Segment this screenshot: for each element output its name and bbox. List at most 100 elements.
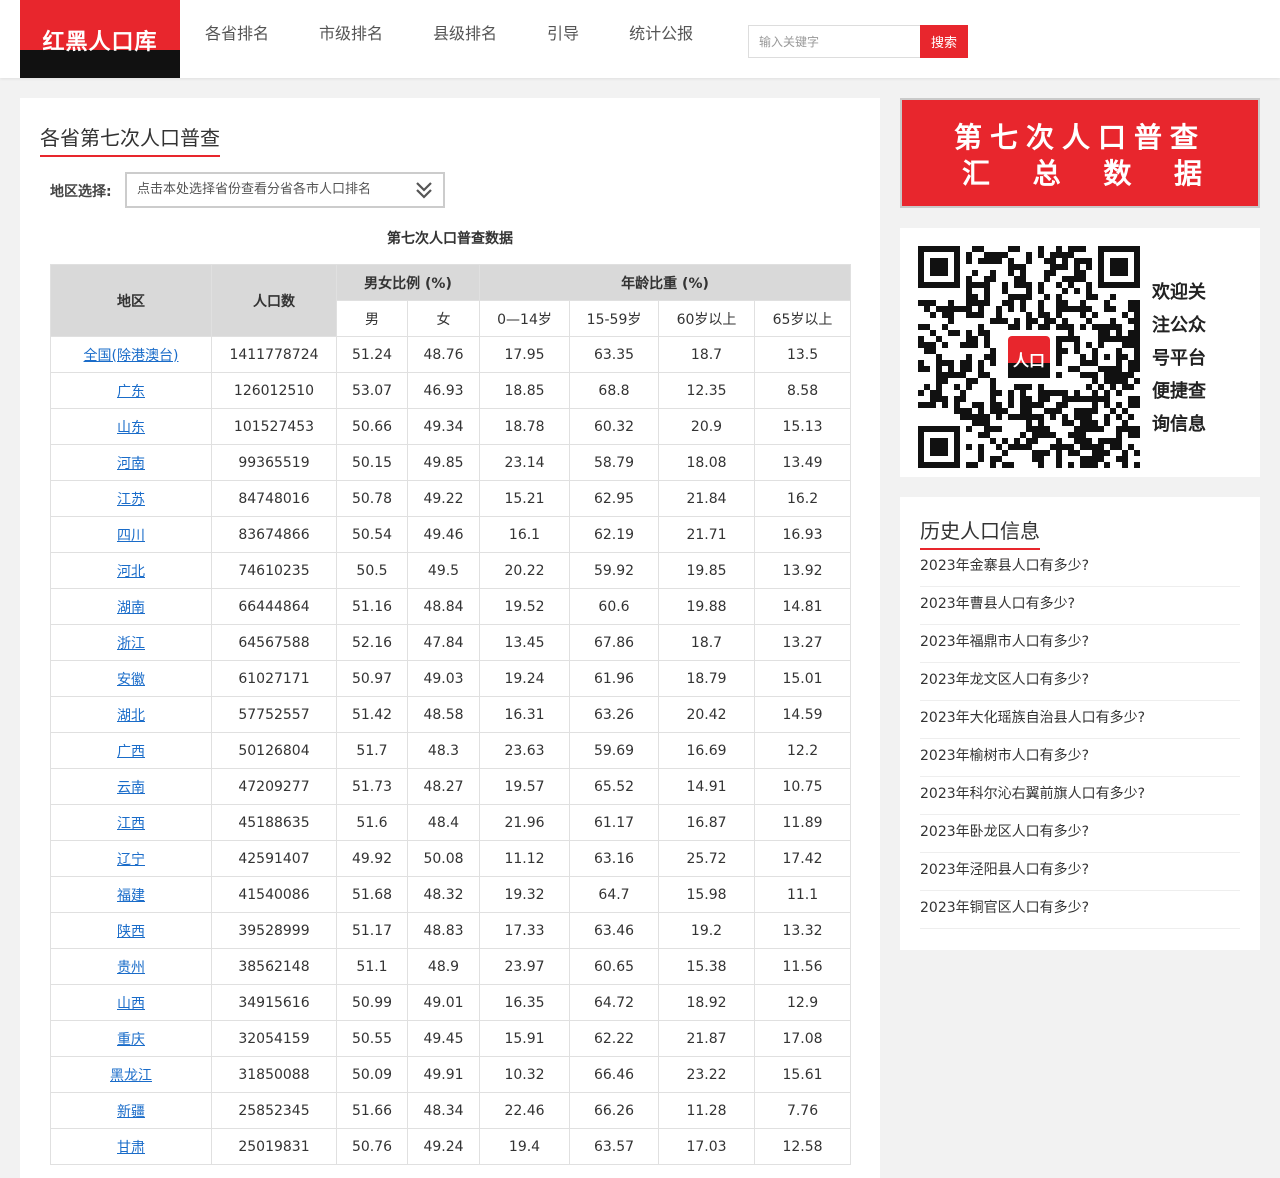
region-link[interactable]: 河北	[117, 564, 145, 580]
region-link[interactable]: 安徽	[117, 672, 145, 688]
region-link[interactable]: 新疆	[117, 1104, 145, 1120]
table-cell: 59.69	[569, 732, 660, 769]
header-age-15-59: 15-59岁	[569, 300, 660, 337]
table-cell: 19.57	[479, 768, 571, 805]
region-link[interactable]: 广东	[117, 384, 145, 400]
table-cell: 18.7	[658, 336, 756, 373]
table-cell: 8.58	[754, 372, 852, 409]
search-input[interactable]	[748, 25, 920, 58]
table-cell: 7.76	[754, 1092, 852, 1129]
region-link[interactable]: 辽宁	[117, 852, 145, 868]
region-link[interactable]: 广西	[117, 744, 145, 760]
region-cell: 山东	[50, 408, 212, 445]
history-item[interactable]: 2023年曹县人口有多少?	[920, 587, 1240, 625]
table-cell: 61027171	[211, 660, 337, 697]
nav-statistics-bulletin[interactable]: 统计公报	[629, 0, 693, 68]
table-cell: 47209277	[211, 768, 337, 805]
region-link[interactable]: 湖北	[117, 708, 145, 724]
table-cell: 51.6	[336, 804, 408, 841]
region-link[interactable]: 陕西	[117, 924, 145, 940]
region-link[interactable]: 云南	[117, 780, 145, 796]
table-row: 江苏 84748016 50.78 49.22 15.21 62.95 21.84 16.2	[50, 480, 852, 517]
history-item[interactable]: 2023年龙文区人口有多少?	[920, 663, 1240, 701]
table-cell: 15.01	[754, 660, 852, 697]
table-cell: 21.71	[658, 516, 756, 553]
region-link[interactable]: 湖南	[117, 600, 145, 616]
table-cell: 23.22	[658, 1056, 756, 1093]
history-item[interactable]: 2023年卧龙区人口有多少?	[920, 815, 1240, 853]
region-cell: 广东	[50, 372, 212, 409]
history-item[interactable]: 2023年榆树市人口有多少?	[920, 739, 1240, 777]
table-row: 甘肃 25019831 50.76 49.24 19.4 63.57 17.03 12.58	[50, 1128, 852, 1165]
table-row: 浙江 64567588 52.16 47.84 13.45 67.86 18.7 13.27	[50, 624, 852, 661]
table-cell: 62.19	[569, 516, 660, 553]
table-cell: 20.42	[658, 696, 756, 733]
table-cell: 11.56	[754, 948, 852, 985]
table-cell: 49.01	[406, 984, 481, 1021]
table-cell: 17.42	[754, 840, 852, 877]
region-link[interactable]: 福建	[117, 888, 145, 904]
banner-char: 数	[1103, 157, 1132, 190]
table-cell: 50.99	[336, 984, 408, 1021]
region-select[interactable]: 点击本处选择省份查看分省各市人口排名	[125, 172, 445, 208]
qr-caption: 欢迎关注公众号平台便捷查询信息	[1152, 282, 1206, 435]
table-cell: 12.2	[754, 732, 852, 769]
table-cell: 13.32	[754, 912, 852, 949]
table-cell: 48.3	[406, 732, 481, 769]
table-cell: 99365519	[211, 444, 337, 481]
region-link[interactable]: 重庆	[117, 1032, 145, 1048]
region-link[interactable]: 河南	[117, 456, 145, 472]
table-title: 第七次人口普查数据	[387, 231, 513, 247]
table-row: 山西 34915616 50.99 49.01 16.35 64.72 18.92 12.9	[50, 984, 852, 1021]
region-cell: 辽宁	[50, 840, 212, 877]
table-cell: 49.22	[406, 480, 481, 517]
table-cell: 62.22	[569, 1020, 660, 1057]
history-item[interactable]: 2023年福鼎市人口有多少?	[920, 625, 1240, 663]
table-cell: 68.8	[569, 372, 660, 409]
nav-guide[interactable]: 引导	[547, 0, 579, 68]
table-cell: 19.24	[479, 660, 571, 697]
history-item[interactable]: 2023年铜官区人口有多少?	[920, 891, 1240, 929]
site-logo[interactable]: 红黑人口库	[20, 0, 180, 78]
region-link[interactable]: 江西	[117, 816, 145, 832]
region-link[interactable]: 黑龙江	[110, 1068, 152, 1084]
region-link[interactable]: 甘肃	[117, 1140, 145, 1156]
history-list: 2023年金寨县人口有多少? 2023年曹县人口有多少? 2023年福鼎市人口有多少…	[920, 549, 1240, 929]
table-cell: 51.24	[336, 336, 408, 373]
history-item[interactable]: 2023年大化瑶族自治县人口有多少?	[920, 701, 1240, 739]
table-cell: 61.17	[569, 804, 660, 841]
table-cell: 58.79	[569, 444, 660, 481]
history-item[interactable]: 2023年金寨县人口有多少?	[920, 549, 1240, 587]
nav-county-ranking[interactable]: 县级排名	[433, 0, 497, 68]
census-banner[interactable]: 第七次人口普查 汇 总 数 据	[900, 98, 1260, 208]
census-table: 地区 人口数 男女比例 (%) 年龄比重 (%) 男 女 0—14岁 15-59…	[50, 264, 852, 1165]
history-item[interactable]: 2023年泾阳县人口有多少?	[920, 853, 1240, 891]
region-link[interactable]: 浙江	[117, 636, 145, 652]
table-cell: 21.96	[479, 804, 571, 841]
region-link[interactable]: 四川	[117, 528, 145, 544]
region-link[interactable]: 山东	[117, 420, 145, 436]
table-cell: 50.08	[406, 840, 481, 877]
region-link[interactable]: 贵州	[117, 960, 145, 976]
history-item[interactable]: 2023年科尔沁右翼前旗人口有多少?	[920, 777, 1240, 815]
table-cell: 15.38	[658, 948, 756, 985]
table-row: 新疆 25852345 51.66 48.34 22.46 66.26 11.28 7.76	[50, 1092, 852, 1129]
region-cell: 四川	[50, 516, 212, 553]
region-select-label: 地区选择:	[50, 184, 112, 200]
region-cell: 重庆	[50, 1020, 212, 1057]
table-cell: 84748016	[211, 480, 337, 517]
table-cell: 48.84	[406, 588, 481, 625]
nav-province-ranking[interactable]: 各省排名	[205, 0, 269, 68]
table-row: 广东 126012510 53.07 46.93 18.85 68.8 12.35 8.58	[50, 372, 852, 409]
table-row: 重庆 32054159 50.55 49.45 15.91 62.22 21.87 17.08	[50, 1020, 852, 1057]
table-cell: 13.49	[754, 444, 852, 481]
table-cell: 50.66	[336, 408, 408, 445]
table-row: 山东 101527453 50.66 49.34 18.78 60.32 20.9 15.13	[50, 408, 852, 445]
search-button[interactable]: 搜索	[920, 25, 968, 58]
region-link[interactable]: 江苏	[117, 492, 145, 508]
table-row: 安徽 61027171 50.97 49.03 19.24 61.96 18.79 15.01	[50, 660, 852, 697]
region-link[interactable]: 山西	[117, 996, 145, 1012]
table-cell: 59.92	[569, 552, 660, 589]
region-link[interactable]: 全国(除港澳台)	[84, 348, 179, 364]
nav-city-ranking[interactable]: 市级排名	[319, 0, 383, 68]
